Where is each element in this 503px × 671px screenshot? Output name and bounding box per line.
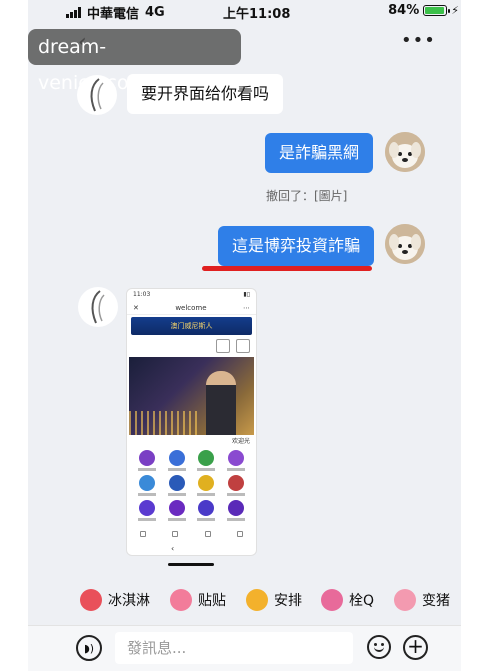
shot-more-icon: ⋯ xyxy=(242,303,250,312)
sticker-label: 冰淇淋 xyxy=(108,593,150,609)
watermark: dream-venice.com.cn xyxy=(28,29,241,94)
emoji-icon[interactable] xyxy=(367,635,391,659)
message-bubble[interactable]: 是詐騙黑網 xyxy=(265,133,374,173)
shot-back-icon: ‹ xyxy=(171,544,175,553)
recall-notice: 撤回了：[圖片] xyxy=(266,189,348,203)
signal-icon xyxy=(66,7,81,18)
sticker-label: 贴贴 xyxy=(198,593,226,609)
sticker-icon xyxy=(170,589,192,611)
shot-nav-bar: ✕ welcome ⋯ xyxy=(127,301,256,315)
sticker-label: 栓Q xyxy=(349,593,375,609)
clock: 上午11:08 xyxy=(223,7,291,22)
status-left: 中華電信 4G xyxy=(66,3,165,22)
message-input[interactable] xyxy=(115,632,353,664)
shot-title: welcome xyxy=(175,303,207,312)
sticker-icon xyxy=(321,589,343,611)
voice-icon[interactable]: ◗) xyxy=(76,635,102,661)
status-bar: 中華電信 4G 上午11:08 84% ⚡ xyxy=(28,0,461,22)
sticker-tietie[interactable]: 贴贴 xyxy=(170,589,226,611)
shot-hero-image xyxy=(129,357,254,435)
shot-close-icon: ✕ xyxy=(133,303,139,312)
plus-icon[interactable]: + xyxy=(403,635,428,660)
chat-screen: 中華電信 4G 上午11:08 84% ⚡ ‹ ••• dream-venice… xyxy=(0,0,503,671)
sticker-anpai[interactable]: 安排 xyxy=(246,589,302,611)
sticker-suggestions: 冰淇淋 贴贴 安排 栓Q 变猪 xyxy=(28,585,461,621)
carrier-label: 中華電信 xyxy=(87,7,140,22)
home-indicator xyxy=(168,563,214,566)
message-bubble[interactable]: 要开界面给你看吗 xyxy=(127,74,284,114)
sticker-label: 变猪 xyxy=(422,593,450,609)
message-bubble[interactable]: 這是博弈投資詐騙 xyxy=(218,226,375,266)
network-label: 4G xyxy=(145,5,165,20)
charging-icon: ⚡ xyxy=(451,4,459,17)
shot-status-bar: 11:03 ▮▯ xyxy=(127,289,256,301)
image-message[interactable]: 11:03 ▮▯ ✕ welcome ⋯ 澳门威尼斯人 欢迎光 ‹ xyxy=(126,288,257,556)
shot-icon-grid xyxy=(127,446,256,525)
sticker-label: 安排 xyxy=(274,593,302,609)
red-highlight-underline xyxy=(202,266,372,271)
avatar[interactable] xyxy=(385,132,425,172)
avatar[interactable] xyxy=(78,287,118,327)
avatar[interactable] xyxy=(77,75,117,115)
input-bar: ◗) + xyxy=(28,625,461,671)
ellipsis-icon[interactable]: ••• xyxy=(401,30,436,51)
sticker-icon xyxy=(394,589,416,611)
battery-icon xyxy=(423,5,451,16)
shot-tab-bar xyxy=(127,527,256,541)
right-margin xyxy=(461,0,503,671)
battery-percent: 84% xyxy=(388,3,420,18)
sticker-bianzhu[interactable]: 变猪 xyxy=(394,589,450,611)
shot-time: 11:03 xyxy=(133,291,151,298)
sticker-icon xyxy=(80,589,102,611)
status-right: 84% ⚡ xyxy=(388,3,459,18)
avatar[interactable] xyxy=(385,224,425,264)
sticker-icecream[interactable]: 冰淇淋 xyxy=(80,589,150,611)
sticker-icon xyxy=(246,589,268,611)
shot-battery-icon: ▮▯ xyxy=(243,291,250,298)
left-margin xyxy=(0,0,28,671)
shot-tabs xyxy=(127,337,256,357)
sticker-shuanq[interactable]: 栓Q xyxy=(321,589,374,611)
shot-banner: 澳门威尼斯人 xyxy=(131,317,252,335)
shot-welcome-text: 欢迎光 xyxy=(231,438,250,445)
